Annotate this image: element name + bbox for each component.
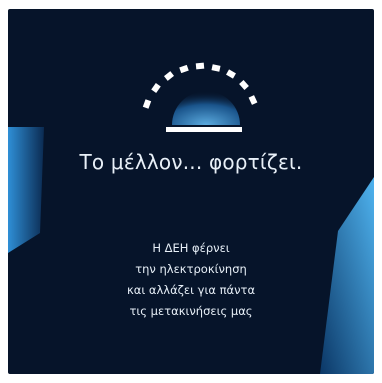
ad-banner: Το μέλλον... φορτίζει. Η ΔΕΗ φέρνει την …: [8, 9, 374, 374]
body-line: την ηλεκτροκίνηση: [135, 262, 247, 276]
battery-charging-gauge-icon: [142, 62, 258, 132]
body-line: και αλλάζει για πάντα: [126, 283, 256, 297]
body-text: Η ΔΕΗ φέρνει την ηλεκτροκίνηση και αλλάζ…: [8, 238, 374, 322]
left-blue-band: [8, 127, 44, 253]
body-line: τις μετακινήσεις μας: [129, 304, 253, 318]
body-line: Η ΔΕΗ φέρνει: [152, 241, 230, 255]
headline: Το μέλλον... φορτίζει.: [79, 150, 303, 174]
